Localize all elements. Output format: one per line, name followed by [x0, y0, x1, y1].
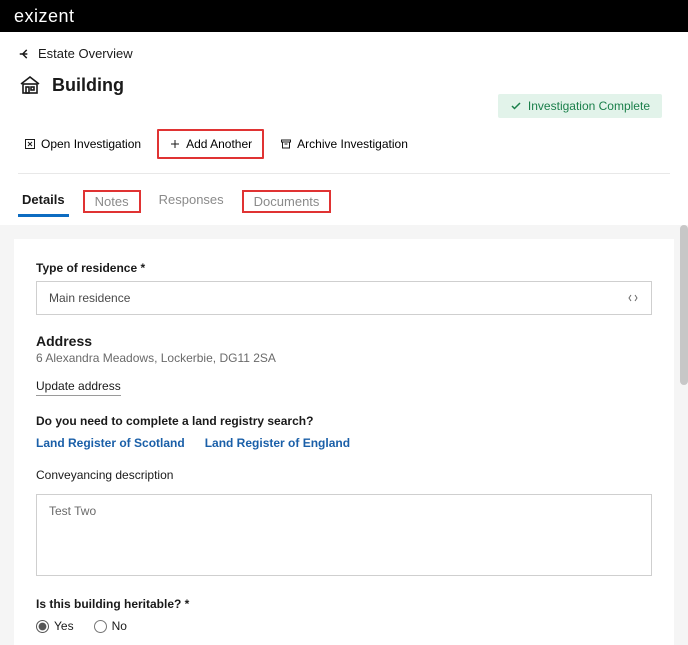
status-badge: Investigation Complete: [498, 94, 662, 118]
open-investigation-button[interactable]: Open Investigation: [18, 133, 147, 155]
land-registry-links: Land Register of Scotland Land Register …: [36, 436, 652, 450]
no-label: No: [112, 619, 127, 633]
plus-icon: [169, 138, 181, 150]
archive-icon: [280, 138, 292, 150]
arrow-left-icon: [18, 47, 32, 61]
land-registry-question: Do you need to complete a land registry …: [36, 414, 652, 428]
x-square-icon: [24, 138, 36, 150]
tab-details[interactable]: Details: [18, 188, 69, 215]
heritable-no[interactable]: No: [94, 619, 127, 633]
tab-responses[interactable]: Responses: [155, 188, 228, 215]
check-icon: [510, 100, 522, 112]
type-of-residence-label: Type of residence *: [36, 261, 652, 275]
tab-details-label: Details: [22, 192, 65, 207]
address-value: 6 Alexandra Meadows, Lockerbie, DG11 2SA: [36, 351, 652, 365]
heritable-question: Is this building heritable? *: [36, 597, 652, 611]
archive-investigation-label: Archive Investigation: [297, 137, 408, 151]
add-another-button[interactable]: Add Another: [163, 133, 258, 155]
top-bar: exizent: [0, 0, 688, 32]
tab-documents-label: Documents: [254, 194, 320, 209]
tab-documents[interactable]: Documents: [242, 190, 332, 213]
open-investigation-label: Open Investigation: [41, 137, 141, 151]
conveyancing-label: Conveyancing description: [36, 468, 652, 482]
status-text: Investigation Complete: [528, 99, 650, 113]
building-icon: [18, 73, 42, 97]
heritable-yes[interactable]: Yes: [36, 619, 74, 633]
tabs: Details Notes Responses Documents: [0, 174, 688, 225]
heritable-yes-radio[interactable]: [36, 620, 49, 633]
yes-label: Yes: [54, 619, 74, 633]
heritable-options: Yes No: [36, 619, 652, 633]
conveyancing-description-input[interactable]: [36, 494, 652, 576]
heritable-no-radio[interactable]: [94, 620, 107, 633]
archive-investigation-button[interactable]: Archive Investigation: [274, 133, 414, 155]
add-another-label: Add Another: [186, 137, 252, 151]
content-area: Type of residence * Main residence Addre…: [0, 225, 688, 645]
select-icon: [627, 292, 639, 304]
back-link[interactable]: Estate Overview: [0, 32, 688, 73]
address-heading: Address: [36, 333, 652, 349]
tab-responses-label: Responses: [159, 192, 224, 207]
update-address-link[interactable]: Update address: [36, 379, 121, 396]
land-register-scotland-link[interactable]: Land Register of Scotland: [36, 436, 185, 450]
highlight-add-another: Add Another: [157, 129, 264, 159]
type-of-residence-select[interactable]: Main residence: [36, 281, 652, 315]
brand-logo: exizent: [14, 6, 75, 27]
back-label: Estate Overview: [38, 46, 133, 61]
tab-notes[interactable]: Notes: [83, 190, 141, 213]
land-register-england-link[interactable]: Land Register of England: [205, 436, 350, 450]
type-of-residence-value: Main residence: [49, 291, 130, 305]
tab-notes-label: Notes: [95, 194, 129, 209]
scrollbar[interactable]: [680, 225, 688, 385]
page-title: Building: [52, 75, 124, 96]
details-panel: Type of residence * Main residence Addre…: [14, 239, 674, 645]
